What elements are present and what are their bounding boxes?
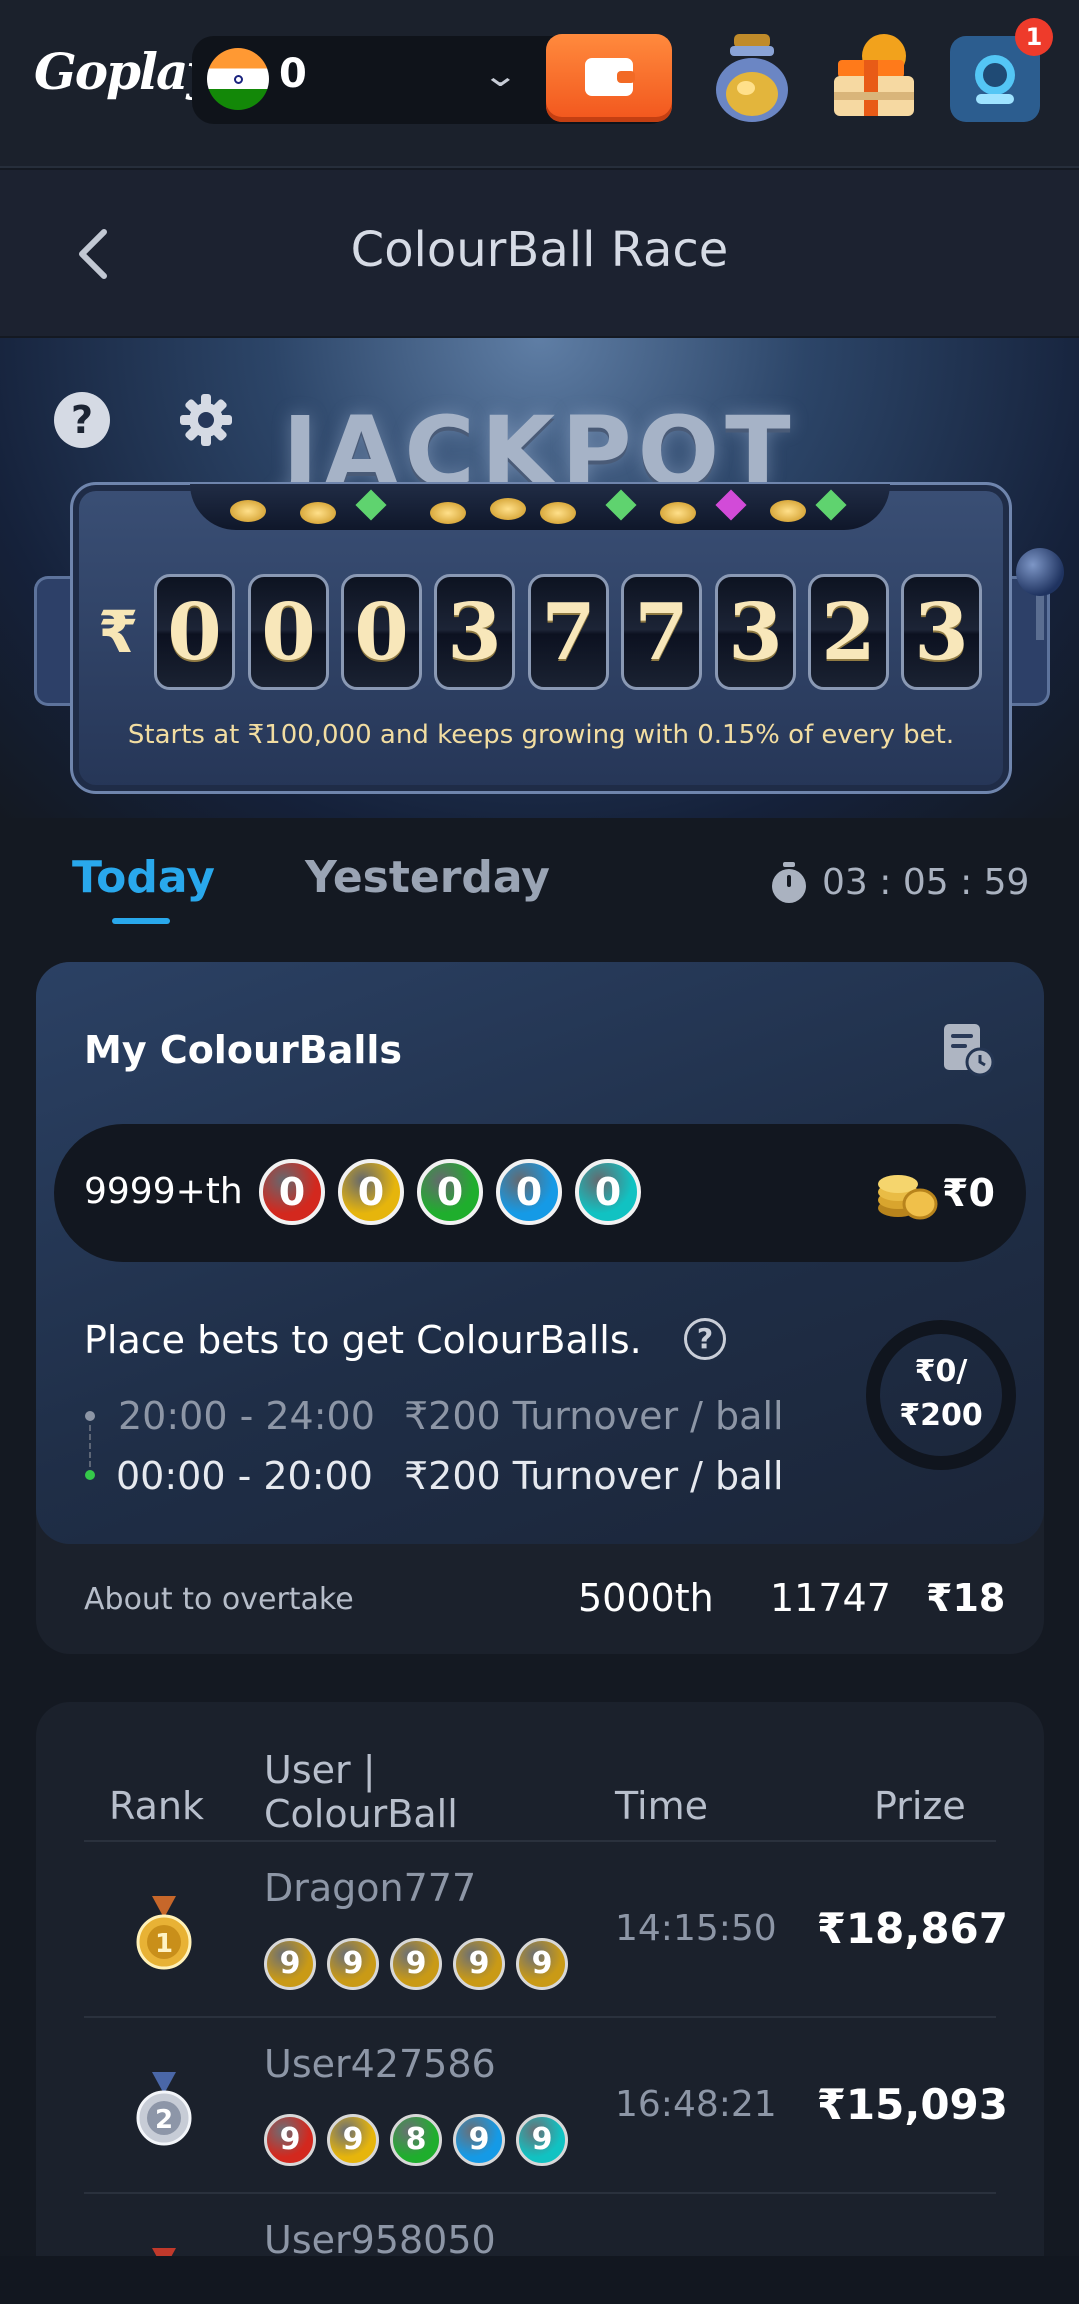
- leaderboard-username: User427586: [264, 2042, 496, 2086]
- rupee-symbol: ₹: [98, 598, 139, 666]
- active-tab-indicator: [112, 918, 170, 924]
- colour-ball: 9: [264, 2114, 316, 2166]
- period-turnover: ₹200 Turnover / ball: [404, 1394, 784, 1438]
- row-divider: [84, 1840, 996, 1842]
- gift-box-icon[interactable]: [826, 30, 922, 124]
- lever-knob: [1016, 548, 1064, 596]
- machine-side: [34, 576, 74, 706]
- jackpot-note: Starts at ₹100,000 and keeps growing wit…: [127, 720, 955, 750]
- stopwatch-icon: [772, 862, 806, 903]
- svg-text:2: 2: [155, 2105, 173, 2135]
- overtake-balls: 11747: [770, 1576, 891, 1620]
- wallet-icon: [585, 58, 635, 96]
- chevron-down-icon[interactable]: ⌄: [482, 56, 520, 94]
- history-icon[interactable]: [940, 1022, 996, 1078]
- tab-today[interactable]: Today: [72, 852, 215, 903]
- timeline-dot: [85, 1411, 95, 1421]
- colour-ball: 0: [259, 1159, 325, 1225]
- progress-current: ₹0/: [914, 1354, 968, 1389]
- period-time: 20:00 - 24:00: [118, 1394, 375, 1438]
- page-title: ColourBall Race: [350, 222, 729, 278]
- my-colourballs-title: My ColourBalls: [84, 1028, 403, 1072]
- coins-icon: [878, 1175, 938, 1220]
- svg-text:1: 1: [155, 1929, 173, 1959]
- jackpot-digit: 7: [621, 574, 702, 690]
- jackpot-digit: 0: [341, 574, 422, 690]
- leaderboard-username: Dragon777: [264, 1866, 477, 1910]
- colour-ball: 0: [496, 1159, 562, 1225]
- column-header-rank: Rank: [109, 1784, 204, 1828]
- colour-ball: 0: [417, 1159, 483, 1225]
- leaderboard-prize: ₹18,867: [816, 1904, 1008, 1953]
- colour-ball: 8: [390, 2114, 442, 2166]
- leaderboard-time: 14:15:50: [615, 1908, 777, 1949]
- overtake-rank: 5000th: [578, 1576, 714, 1620]
- notification-badge: 1: [1015, 18, 1053, 56]
- gold-medal-icon: 1: [136, 1896, 192, 1970]
- timeline-dot-active: [85, 1470, 95, 1480]
- tab-yesterday[interactable]: Yesterday: [305, 852, 550, 903]
- jackpot-digit: 7: [528, 574, 609, 690]
- balance-value: 0: [279, 51, 307, 97]
- jackpot-jar-icon[interactable]: [712, 32, 792, 124]
- bottom-edge: [0, 2256, 1079, 2304]
- my-prize: ₹0: [942, 1171, 995, 1215]
- wallet-button[interactable]: [546, 34, 672, 122]
- overtake-label: About to overtake: [84, 1582, 354, 1617]
- colour-ball: 9: [516, 1938, 568, 1990]
- column-header-user-line: User |: [264, 1748, 376, 1792]
- row-divider: [84, 2192, 996, 2194]
- period-turnover: ₹200 Turnover / ball: [404, 1454, 784, 1498]
- jackpot-digit: 3: [715, 574, 796, 690]
- colour-ball: 9: [453, 1938, 505, 1990]
- colour-ball: 9: [453, 2114, 505, 2166]
- question-circle-icon[interactable]: ?: [684, 1318, 726, 1360]
- period-time: 00:00 - 20:00: [116, 1454, 373, 1498]
- countdown-timer: 03 : 05 : 59: [822, 862, 1030, 903]
- column-header-prize: Prize: [874, 1784, 966, 1828]
- jackpot-digit: 0: [154, 574, 235, 690]
- colour-ball: 0: [338, 1159, 404, 1225]
- column-header-user: User | ColourBall: [264, 1748, 458, 1836]
- leaderboard: Rank User | ColourBall Time Prize 1 Drag…: [36, 1702, 1044, 2262]
- column-header-user-line: ColourBall: [264, 1792, 458, 1836]
- timeline-connector: [89, 1425, 91, 1467]
- colour-ball: 9: [390, 1938, 442, 1990]
- colour-ball: 9: [264, 1938, 316, 1990]
- silver-medal-icon: 2: [136, 2072, 192, 2146]
- place-bets-text: Place bets to get ColourBalls.: [84, 1318, 642, 1362]
- leaderboard-prize: ₹15,093: [816, 2080, 1008, 2129]
- colour-ball: 9: [516, 2114, 568, 2166]
- colour-ball: 9: [327, 1938, 379, 1990]
- turnover-progress-text: ₹0/ ₹200: [864, 1350, 1018, 1438]
- jackpot-digit: 0: [248, 574, 329, 690]
- jackpot-digit: 3: [434, 574, 515, 690]
- jackpot-digit: 3: [901, 574, 982, 690]
- leaderboard-time: 16:48:21: [615, 2084, 777, 2125]
- row-divider: [84, 2016, 996, 2018]
- overtake-prize: ₹18: [926, 1576, 1006, 1620]
- coin-tray: [190, 484, 890, 530]
- colour-ball: 0: [575, 1159, 641, 1225]
- progress-target: ₹200: [899, 1398, 983, 1433]
- my-rank: 9999+th: [84, 1171, 243, 1212]
- colour-ball: 9: [327, 2114, 379, 2166]
- jackpot-digit: 2: [808, 574, 889, 690]
- headset-icon: [975, 55, 1015, 104]
- column-header-time: Time: [615, 1784, 708, 1828]
- india-flag-icon: [207, 48, 269, 110]
